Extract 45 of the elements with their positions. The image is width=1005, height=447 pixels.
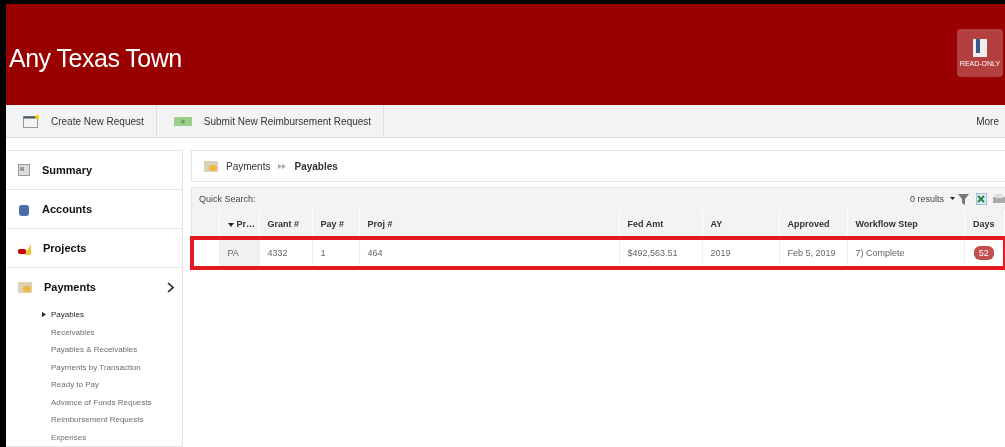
sidebar-item[interactable]: Summary [6,151,182,189]
sidebar-subitem[interactable]: Payables & Receivables [6,341,182,359]
sort-caret-icon [227,223,234,227]
sidebar-item[interactable]: Payments [6,268,182,306]
table-cell: 2019 [702,238,779,268]
printer-icon[interactable] [993,193,1005,205]
sidebar-subitem[interactable]: Payments by Transaction [6,358,182,376]
document-icon [18,164,30,176]
double-arrow-icon [278,163,287,169]
sidebar-subitem[interactable]: Payables [6,306,182,324]
filter-icon[interactable] [950,193,970,205]
sidebar-item[interactable]: Projects [6,229,182,267]
breadcrumb-link[interactable]: Payments [226,160,271,172]
column-header[interactable]: Workflow Step [847,210,964,238]
table-cell: $492,563.51 [619,238,702,268]
breadcrumb-current: Payables [294,160,338,172]
table-cell: 464 [359,238,619,268]
sidebar-item[interactable]: Accounts [6,190,182,228]
table-cell: PA [219,238,259,268]
table-cell: 1 [312,238,359,268]
days-badge: 52 [973,246,994,260]
new-window-icon [23,114,39,128]
more-menu[interactable]: More [976,115,999,127]
table-cell: Feb 5, 2019 [779,238,847,268]
table-row[interactable]: PA 4332 1 464 $492,563.51 2019 Feb 5, 2019 7) Complete 52 [192,238,1005,268]
table-cell: 4332 [259,238,312,268]
table-cell: 7) Complete [847,238,964,268]
results-count: 0 results [910,194,944,204]
book-icon [973,39,987,57]
sidebar-subitem[interactable]: Expenses [6,428,182,446]
money-icon [173,116,192,126]
spreadsheet-icon[interactable] [976,193,987,205]
toolbar-button[interactable]: Submit New Reimbursement Request [156,105,385,137]
column-header[interactable]: Fed Amt [619,210,702,238]
sidebar-subitem[interactable]: Ready to Pay [6,376,182,394]
quick-search-label: Quick Search: [199,194,256,204]
sidebar-subitem[interactable]: Advance of Funds Requests [6,393,182,411]
column-header[interactable]: Proj # [359,210,619,238]
column-header[interactable]: AY [702,210,779,238]
bullet-icon [42,312,46,318]
sidebar-subitem[interactable]: Reimbursement Requests [6,411,182,429]
toolbar-button[interactable]: Create New Request [6,105,157,137]
sidebar-subitem[interactable]: Receivables [6,323,182,341]
app-title: Any Texas Town [9,43,182,73]
column-header[interactable]: Approved [779,210,847,238]
